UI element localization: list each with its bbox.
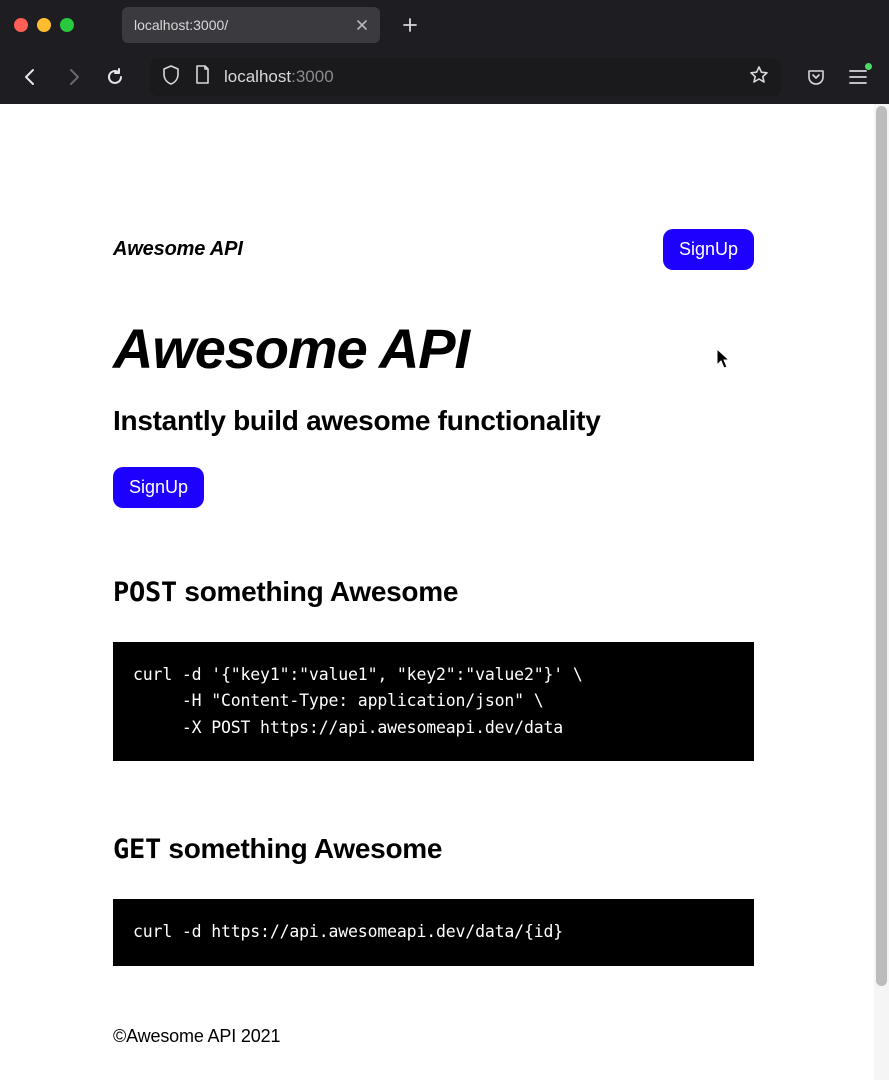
shield-icon[interactable] bbox=[162, 65, 180, 90]
http-method-post: POST bbox=[113, 577, 177, 608]
scrollbar-thumb[interactable] bbox=[876, 106, 887, 986]
nav-toolbar: localhost:3000 bbox=[0, 50, 889, 104]
close-tab-icon[interactable] bbox=[356, 19, 368, 31]
back-button[interactable] bbox=[12, 58, 50, 96]
signup-button-hero[interactable]: SignUp bbox=[113, 467, 204, 508]
address-bar[interactable]: localhost:3000 bbox=[150, 58, 781, 96]
page-content: Awesome API SignUp Awesome API Instantly… bbox=[113, 104, 754, 1080]
site-header: Awesome API SignUp bbox=[113, 229, 754, 270]
url-text: localhost:3000 bbox=[224, 67, 735, 87]
signup-button-header[interactable]: SignUp bbox=[663, 229, 754, 270]
tab-title: localhost:3000/ bbox=[134, 17, 228, 33]
hero-title: Awesome API bbox=[113, 316, 754, 381]
page-viewport: Awesome API SignUp Awesome API Instantly… bbox=[0, 104, 889, 1080]
tab-bar: localhost:3000/ bbox=[0, 0, 889, 50]
section-title-rest: something Awesome bbox=[177, 576, 458, 607]
browser-chrome: localhost:3000/ localhost:3000 bbox=[0, 0, 889, 104]
notification-dot-icon bbox=[865, 63, 872, 70]
hero-subtitle: Instantly build awesome functionality bbox=[113, 405, 754, 437]
scrollbar-track[interactable] bbox=[874, 104, 889, 1080]
page-info-icon[interactable] bbox=[194, 65, 210, 90]
minimize-window-button[interactable] bbox=[37, 18, 51, 32]
new-tab-button[interactable] bbox=[392, 7, 428, 43]
code-block-get[interactable]: curl -d https://api.awesomeapi.dev/data/… bbox=[113, 899, 754, 965]
section-heading-post: POST something Awesome bbox=[113, 576, 754, 608]
browser-tab[interactable]: localhost:3000/ bbox=[122, 7, 380, 43]
maximize-window-button[interactable] bbox=[60, 18, 74, 32]
toolbar-right bbox=[797, 58, 877, 96]
reload-button[interactable] bbox=[96, 58, 134, 96]
http-method-get: GET bbox=[113, 834, 161, 865]
section-title-rest: something Awesome bbox=[161, 833, 442, 864]
section-heading-get: GET something Awesome bbox=[113, 833, 754, 865]
close-window-button[interactable] bbox=[14, 18, 28, 32]
window-controls bbox=[14, 18, 74, 32]
brand-logo: Awesome API bbox=[113, 238, 243, 261]
pocket-icon[interactable] bbox=[797, 58, 835, 96]
footer-copyright: ©Awesome API 2021 bbox=[113, 1026, 754, 1047]
forward-button[interactable] bbox=[54, 58, 92, 96]
hamburger-menu-icon[interactable] bbox=[839, 58, 877, 96]
bookmark-star-icon[interactable] bbox=[749, 65, 769, 90]
code-block-post[interactable]: curl -d '{"key1":"value1", "key2":"value… bbox=[113, 642, 754, 761]
